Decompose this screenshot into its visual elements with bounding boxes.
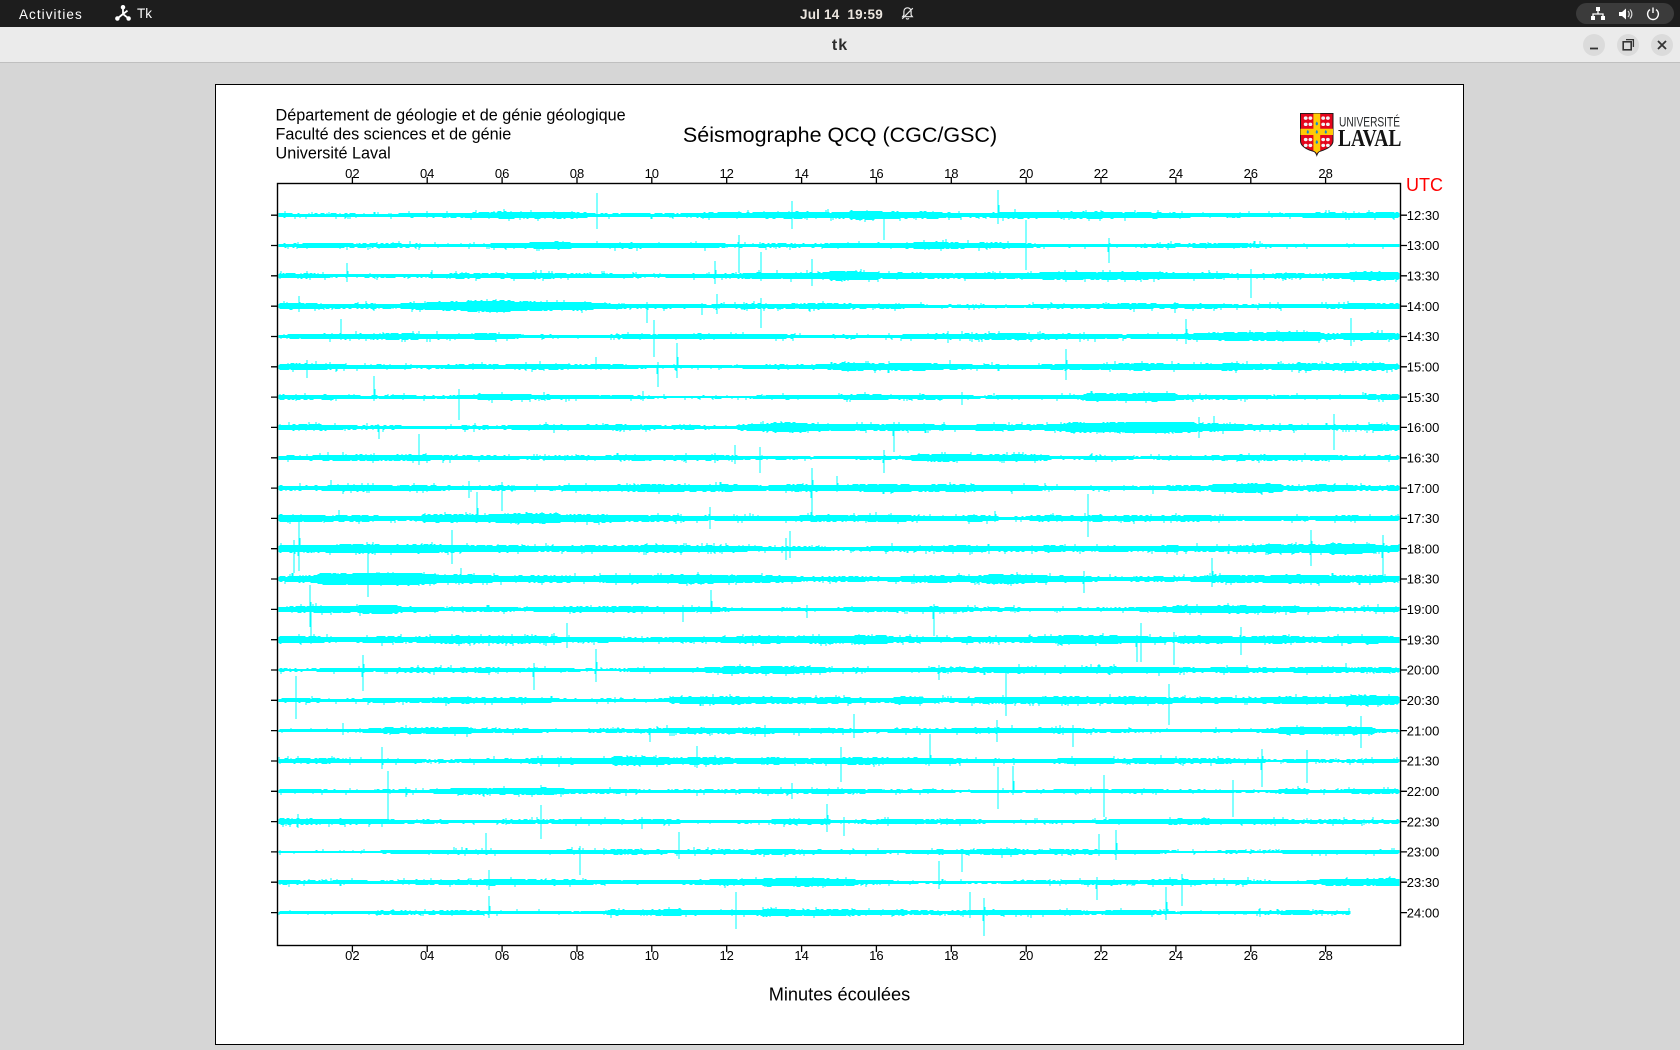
svg-text:26: 26 bbox=[1244, 948, 1258, 963]
svg-text:08: 08 bbox=[570, 948, 584, 963]
svg-text:15:30: 15:30 bbox=[1407, 390, 1440, 405]
svg-text:UTC: UTC bbox=[1406, 175, 1443, 195]
svg-text:10: 10 bbox=[645, 166, 659, 181]
svg-text:20:30: 20:30 bbox=[1407, 693, 1440, 708]
svg-text:20: 20 bbox=[1019, 166, 1033, 181]
svg-text:Département de géologie et de: Département de géologie et de génie géol… bbox=[276, 107, 626, 125]
svg-text:24: 24 bbox=[1169, 166, 1183, 181]
svg-text:19:00: 19:00 bbox=[1407, 602, 1440, 617]
svg-text:04: 04 bbox=[420, 948, 434, 963]
svg-text:08: 08 bbox=[570, 166, 584, 181]
svg-text:02: 02 bbox=[345, 948, 359, 963]
svg-text:22:30: 22:30 bbox=[1407, 814, 1440, 829]
svg-text:16:30: 16:30 bbox=[1407, 451, 1440, 466]
svg-text:22: 22 bbox=[1094, 948, 1108, 963]
svg-text:Université Laval: Université Laval bbox=[276, 145, 391, 163]
svg-text:24: 24 bbox=[1169, 948, 1183, 963]
svg-text:04: 04 bbox=[420, 166, 434, 181]
svg-text:LAVAL: LAVAL bbox=[1338, 125, 1402, 152]
svg-text:28: 28 bbox=[1318, 948, 1332, 963]
svg-text:18:00: 18:00 bbox=[1407, 541, 1440, 556]
svg-text:14:30: 14:30 bbox=[1407, 329, 1440, 344]
svg-text:06: 06 bbox=[495, 166, 509, 181]
svg-text:Séismographe QCQ (CGC/GSC): Séismographe QCQ (CGC/GSC) bbox=[683, 123, 997, 147]
svg-text:26: 26 bbox=[1244, 166, 1258, 181]
svg-text:Minutes écoulées: Minutes écoulées bbox=[769, 985, 911, 1005]
svg-text:12: 12 bbox=[719, 948, 733, 963]
svg-text:21:00: 21:00 bbox=[1407, 723, 1440, 738]
svg-text:Faculté des sciences et de gén: Faculté des sciences et de génie bbox=[276, 126, 512, 144]
svg-text:13:00: 13:00 bbox=[1407, 238, 1440, 253]
svg-text:06: 06 bbox=[495, 948, 509, 963]
svg-text:20: 20 bbox=[1019, 948, 1033, 963]
svg-text:02: 02 bbox=[345, 166, 359, 181]
svg-text:16: 16 bbox=[869, 166, 883, 181]
svg-text:21:30: 21:30 bbox=[1407, 754, 1440, 769]
svg-text:17:30: 17:30 bbox=[1407, 511, 1440, 526]
svg-text:18: 18 bbox=[944, 948, 958, 963]
svg-text:14: 14 bbox=[794, 166, 808, 181]
svg-text:12: 12 bbox=[719, 166, 733, 181]
svg-text:16:00: 16:00 bbox=[1407, 420, 1440, 435]
svg-text:19:30: 19:30 bbox=[1407, 632, 1440, 647]
svg-text:23:30: 23:30 bbox=[1407, 875, 1440, 890]
svg-text:15:00: 15:00 bbox=[1407, 360, 1440, 375]
svg-text:22:00: 22:00 bbox=[1407, 784, 1440, 799]
svg-text:12:30: 12:30 bbox=[1407, 208, 1440, 223]
svg-text:10: 10 bbox=[645, 948, 659, 963]
svg-text:13:30: 13:30 bbox=[1407, 269, 1440, 284]
svg-text:20:00: 20:00 bbox=[1407, 663, 1440, 678]
svg-text:28: 28 bbox=[1318, 166, 1332, 181]
svg-text:16: 16 bbox=[869, 948, 883, 963]
svg-text:22: 22 bbox=[1094, 166, 1108, 181]
svg-text:14: 14 bbox=[794, 948, 808, 963]
svg-text:14:00: 14:00 bbox=[1407, 299, 1440, 314]
svg-text:24:00: 24:00 bbox=[1407, 905, 1440, 920]
svg-text:18:30: 18:30 bbox=[1407, 572, 1440, 587]
svg-text:18: 18 bbox=[944, 166, 958, 181]
svg-text:23:00: 23:00 bbox=[1407, 845, 1440, 860]
svg-text:17:00: 17:00 bbox=[1407, 481, 1440, 496]
